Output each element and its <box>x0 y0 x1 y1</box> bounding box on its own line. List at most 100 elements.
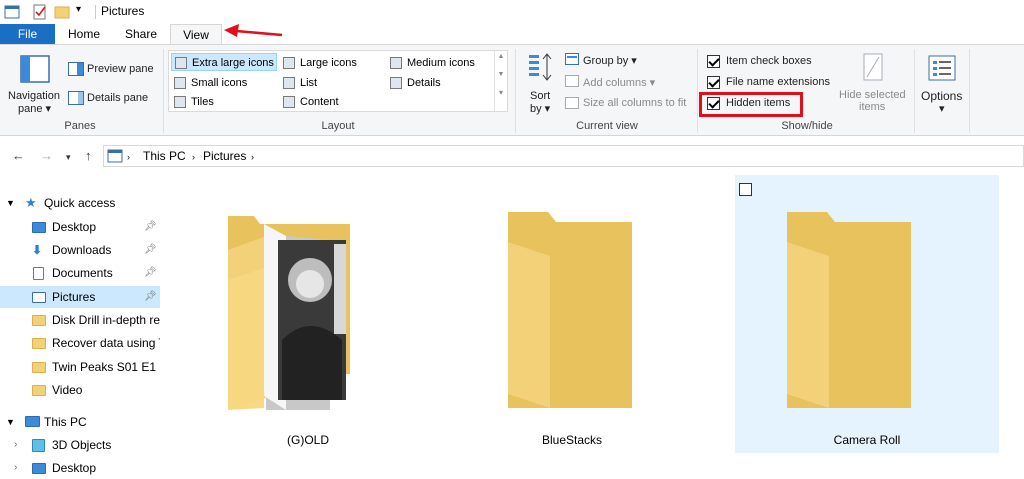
window-title: Pictures <box>101 4 145 18</box>
pin-icon[interactable]: 📌︎ <box>144 286 157 308</box>
navigation-pane-icon <box>20 55 50 83</box>
small-icons-icon <box>174 77 186 89</box>
folder-icon <box>32 315 46 326</box>
forward-button[interactable]: → <box>40 148 53 163</box>
tab-share[interactable]: Share <box>118 24 164 44</box>
group-by-button[interactable]: Group by ▾ <box>583 54 637 67</box>
pin-icon[interactable]: 📌︎ <box>144 262 157 284</box>
chevron-down-icon[interactable]: ▼ <box>6 411 15 433</box>
ribbon: Navigation pane ▾ Preview pane Details p… <box>0 44 1024 136</box>
folder-item-selected[interactable]: Camera Roll <box>735 175 999 453</box>
scroll-down-icon[interactable]: ▼ <box>495 69 507 81</box>
star-icon: ★ <box>25 195 37 210</box>
tab-home[interactable]: Home <box>62 24 106 44</box>
sort-by-label-2: by ▾ <box>530 103 551 115</box>
file-name: BlueStacks <box>541 433 603 447</box>
nav-disk-drill[interactable]: Disk Drill in-depth re <box>0 309 160 331</box>
nav-quick-access[interactable]: ▼ ★ Quick access <box>0 192 160 214</box>
group-separator <box>914 49 915 133</box>
nav-downloads[interactable]: ⬇ Downloads 📌︎ <box>0 239 160 261</box>
file-name: (G)OLD <box>287 433 329 447</box>
layout-small-icons[interactable]: Small icons <box>171 74 277 92</box>
breadcrumb-pictures[interactable]: Pictures <box>203 149 246 163</box>
layout-list[interactable]: List <box>280 74 386 92</box>
group-label-panes: Panes <box>64 120 96 132</box>
tab-file[interactable]: File <box>0 24 55 44</box>
up-button[interactable]: ↑ <box>85 148 92 163</box>
cube-icon <box>32 439 45 452</box>
item-checkbox[interactable] <box>739 183 752 196</box>
large-icons-icon <box>283 57 295 69</box>
layout-content[interactable]: Content <box>280 93 386 111</box>
nav-video[interactable]: Video <box>0 379 160 401</box>
nav-pictures[interactable]: Pictures 📌︎ <box>0 286 160 308</box>
customize-toolbar-icon[interactable]: ▾ <box>76 4 81 20</box>
breadcrumb-separator-icon[interactable]: › <box>192 152 195 162</box>
layout-medium-icons[interactable]: Medium icons <box>387 54 493 72</box>
chevron-right-icon[interactable]: › <box>14 457 17 479</box>
document-icon <box>33 267 44 280</box>
details-pane-icon <box>68 91 84 105</box>
nav-documents[interactable]: Documents 📌︎ <box>0 262 160 284</box>
chevron-down-icon[interactable]: ▼ <box>6 192 15 214</box>
layout-gallery-scrollbar[interactable]: ▲ ▼ ▾ <box>494 51 507 111</box>
breadcrumb-this-pc[interactable]: This PC <box>143 149 186 163</box>
options-label: Options <box>921 89 963 103</box>
preview-pane-icon <box>68 62 84 76</box>
add-columns-button[interactable]: Add columns ▾ <box>583 76 655 89</box>
folder-item[interactable]: BlueStacks <box>452 175 692 453</box>
group-separator <box>697 49 698 133</box>
layout-large-icons[interactable]: Large icons <box>280 54 386 72</box>
nav-3d-objects[interactable]: › 3D Objects <box>0 434 160 456</box>
back-button[interactable]: ← <box>12 148 25 163</box>
file-list: (G)OLD BlueStacks Camera Roll <box>162 175 1024 479</box>
properties-icon[interactable] <box>32 4 48 20</box>
folder-with-photo-icon <box>228 216 350 410</box>
layout-tiles[interactable]: Tiles <box>171 93 277 111</box>
tab-view[interactable]: View <box>170 24 222 45</box>
preview-pane-label: Preview pane <box>87 63 154 75</box>
breadcrumb-separator-icon[interactable]: › <box>127 152 130 162</box>
extra-large-icons-icon <box>175 57 187 69</box>
sort-by-label: Sort <box>530 90 551 102</box>
nav-desktop[interactable]: Desktop 📌︎ <box>0 216 160 238</box>
hidden-items-highlight <box>699 92 803 117</box>
nav-twin-peaks[interactable]: Twin Peaks S01 E1 <box>0 356 160 378</box>
breadcrumb-separator-icon[interactable]: › <box>251 152 254 162</box>
file-name-extensions-checkbox[interactable] <box>707 76 720 89</box>
folder-item[interactable]: (G)OLD <box>192 175 424 453</box>
details-pane-label: Details pane <box>87 92 149 104</box>
group-separator <box>969 49 970 133</box>
desktop-icon <box>32 463 46 474</box>
nav-this-pc[interactable]: ▼ This PC <box>0 411 160 433</box>
options-icon <box>928 55 956 81</box>
group-label-show-hide: Show/hide <box>781 120 833 132</box>
annotation-arrow-icon <box>224 24 283 37</box>
layout-extra-large-icons[interactable]: Extra large icons <box>171 53 277 71</box>
group-separator <box>515 49 516 133</box>
hide-selected-icon <box>863 53 883 81</box>
layout-details[interactable]: Details <box>387 74 493 92</box>
folder-icon <box>32 362 46 373</box>
hide-selected-label: Hide selected <box>839 89 906 101</box>
scroll-up-icon[interactable]: ▲ <box>495 51 507 63</box>
hide-selected-label-2: items <box>859 101 886 113</box>
gallery-more-icon[interactable]: ▾ <box>495 87 507 99</box>
group-label-current-view: Current view <box>576 120 638 132</box>
item-check-boxes-checkbox[interactable] <box>707 55 720 68</box>
folder-icon <box>508 212 632 408</box>
nav-desktop-pc[interactable]: › Desktop <box>0 457 160 479</box>
pin-icon[interactable]: 📌︎ <box>144 216 157 238</box>
recent-locations-chevron-down-icon[interactable]: ▾ <box>66 152 71 163</box>
details-icon <box>390 77 402 89</box>
chevron-right-icon[interactable]: › <box>14 434 17 456</box>
medium-icons-icon <box>390 57 402 69</box>
content-icon <box>283 96 295 108</box>
size-all-columns-button[interactable]: Size all columns to fit <box>583 97 686 109</box>
pictures-icon <box>32 292 46 303</box>
new-folder-icon[interactable] <box>54 4 70 20</box>
list-icon <box>283 77 295 89</box>
computer-icon <box>25 416 40 427</box>
nav-recover-data[interactable]: Recover data using T <box>0 332 160 354</box>
pin-icon[interactable]: 📌︎ <box>144 239 157 261</box>
